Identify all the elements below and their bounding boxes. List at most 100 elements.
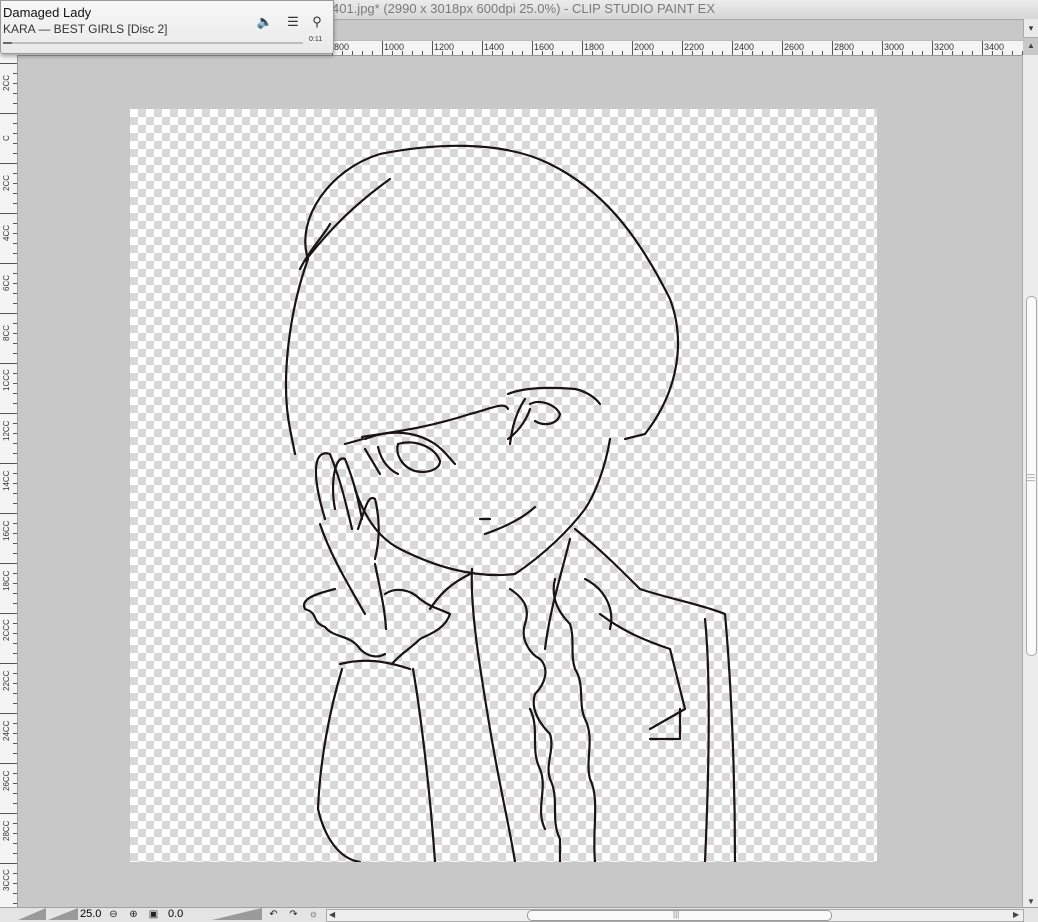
ruler-label: 14CC xyxy=(2,470,11,491)
ruler-minor-tick xyxy=(13,583,17,584)
fit-screen-icon[interactable]: ▣ xyxy=(148,909,159,920)
rotate-left-icon[interactable]: ↶ xyxy=(268,909,279,920)
rotate-right-icon[interactable]: ↷ xyxy=(288,909,299,920)
ruler-minor-tick xyxy=(13,393,17,394)
ruler-minor-tick xyxy=(13,123,17,124)
ruler-minor-tick xyxy=(13,853,17,854)
ruler-tick xyxy=(982,41,983,55)
ruler-tick xyxy=(832,41,833,55)
ruler-minor-tick xyxy=(13,803,17,804)
ruler-minor-tick xyxy=(13,623,17,624)
ruler-minor-tick xyxy=(13,823,17,824)
ruler-minor-tick xyxy=(1012,51,1013,55)
ruler-minor-tick xyxy=(13,683,17,684)
drawing-canvas[interactable] xyxy=(130,109,877,862)
ruler-minor-tick xyxy=(13,753,17,754)
ruler-label: 28CC xyxy=(2,820,11,841)
ruler-label: 2CC xyxy=(2,174,11,191)
ruler-label: 4CC xyxy=(2,224,11,241)
ruler-minor-tick xyxy=(13,643,17,644)
horizontal-scrollbar[interactable]: ◀ ||| ▶ xyxy=(326,909,1024,922)
ruler-minor-tick xyxy=(702,51,703,55)
scroll-left-arrow-icon[interactable]: ◀ xyxy=(329,910,335,919)
ruler-minor-tick xyxy=(13,373,17,374)
ruler-minor-tick xyxy=(392,51,393,55)
horizontal-scroll-thumb[interactable] xyxy=(527,910,832,921)
ruler-minor-tick xyxy=(13,103,17,104)
ruler-minor-tick xyxy=(13,603,17,604)
ruler-minor-tick xyxy=(13,453,17,454)
ruler-minor-tick xyxy=(13,383,17,384)
ruler-minor-tick xyxy=(872,51,873,55)
ruler-minor-tick xyxy=(802,51,803,55)
ruler-minor-tick xyxy=(13,73,17,74)
zoom-out-icon[interactable]: ⊖ xyxy=(108,909,119,920)
ruler-minor-tick xyxy=(13,283,17,284)
ruler-minor-tick xyxy=(912,51,913,55)
ruler-minor-tick xyxy=(502,51,503,55)
ruler-minor-tick xyxy=(13,773,17,774)
ruler-tick xyxy=(532,41,533,55)
playback-progress[interactable] xyxy=(3,42,303,44)
ruler-minor-tick xyxy=(13,633,17,634)
song-title: Damaged Lady xyxy=(3,5,92,20)
ruler-minor-tick xyxy=(13,893,17,894)
ruler-minor-tick xyxy=(422,51,423,55)
ruler-minor-tick xyxy=(13,553,17,554)
ruler-minor-tick xyxy=(762,51,763,55)
ruler-minor-tick xyxy=(692,51,693,55)
vertical-scrollbar[interactable]: ▲ — — — ▼ xyxy=(1022,41,1038,907)
ruler-minor-tick xyxy=(542,51,543,55)
scroll-right-arrow-icon[interactable]: ▶ xyxy=(1013,910,1019,919)
ruler-minor-tick xyxy=(992,51,993,55)
ruler-minor-tick xyxy=(13,93,17,94)
ruler-tick xyxy=(382,41,383,55)
ruler-minor-tick xyxy=(602,51,603,55)
ruler-tick xyxy=(732,41,733,55)
ruler-minor-tick xyxy=(752,51,753,55)
ruler-tick xyxy=(0,613,17,614)
ruler-minor-tick xyxy=(512,51,513,55)
ruler-minor-tick xyxy=(13,573,17,574)
speaker-icon[interactable]: 🔈 xyxy=(256,13,274,31)
ruler-minor-tick xyxy=(13,323,17,324)
ruler-minor-tick xyxy=(13,493,17,494)
ruler-tick xyxy=(0,513,17,514)
ruler-tick xyxy=(0,63,17,64)
ruler-minor-tick xyxy=(13,503,17,504)
search-icon[interactable]: ⚲ xyxy=(308,13,326,31)
ruler-minor-tick xyxy=(592,51,593,55)
ruler-minor-tick xyxy=(13,433,17,434)
ruler-minor-tick xyxy=(552,51,553,55)
zoom-in-icon[interactable]: ⊕ xyxy=(128,909,139,920)
ruler-tick xyxy=(0,113,17,114)
scroll-up-arrow-icon[interactable]: ▲ xyxy=(1027,41,1035,50)
ruler-tick xyxy=(682,41,683,55)
ruler-minor-tick xyxy=(652,51,653,55)
scroll-down-arrow-icon[interactable]: ▼ xyxy=(1027,897,1035,906)
ruler-minor-tick xyxy=(822,51,823,55)
list-icon[interactable]: ☰ xyxy=(284,13,302,31)
ruler-minor-tick xyxy=(13,833,17,834)
ruler-minor-tick xyxy=(13,83,17,84)
ruler-label: 2CCC xyxy=(2,619,11,641)
ruler-tick xyxy=(0,663,17,664)
ruler-tick xyxy=(0,463,17,464)
ruler-tick xyxy=(0,363,17,364)
ruler-minor-tick xyxy=(13,693,17,694)
ruler-minor-tick xyxy=(13,783,17,784)
ruler-minor-tick xyxy=(372,51,373,55)
h-scroll-grip-icon: ||| xyxy=(673,910,680,919)
ruler-minor-tick xyxy=(13,233,17,234)
dropdown-chevron-icon[interactable]: ▾ xyxy=(1023,19,1038,38)
ruler-minor-tick xyxy=(13,173,17,174)
reset-rotation-icon[interactable]: ☼ xyxy=(308,909,319,920)
ruler-minor-tick xyxy=(13,533,17,534)
ruler-minor-tick xyxy=(952,51,953,55)
window-title: 401.jpg* (2990 x 3018px 600dpi 25.0%) - … xyxy=(332,1,715,16)
ruler-minor-tick xyxy=(722,51,723,55)
ruler-tick xyxy=(0,213,17,214)
ruler-minor-tick xyxy=(962,51,963,55)
ruler-minor-tick xyxy=(13,443,17,444)
ruler-minor-tick xyxy=(13,223,17,224)
